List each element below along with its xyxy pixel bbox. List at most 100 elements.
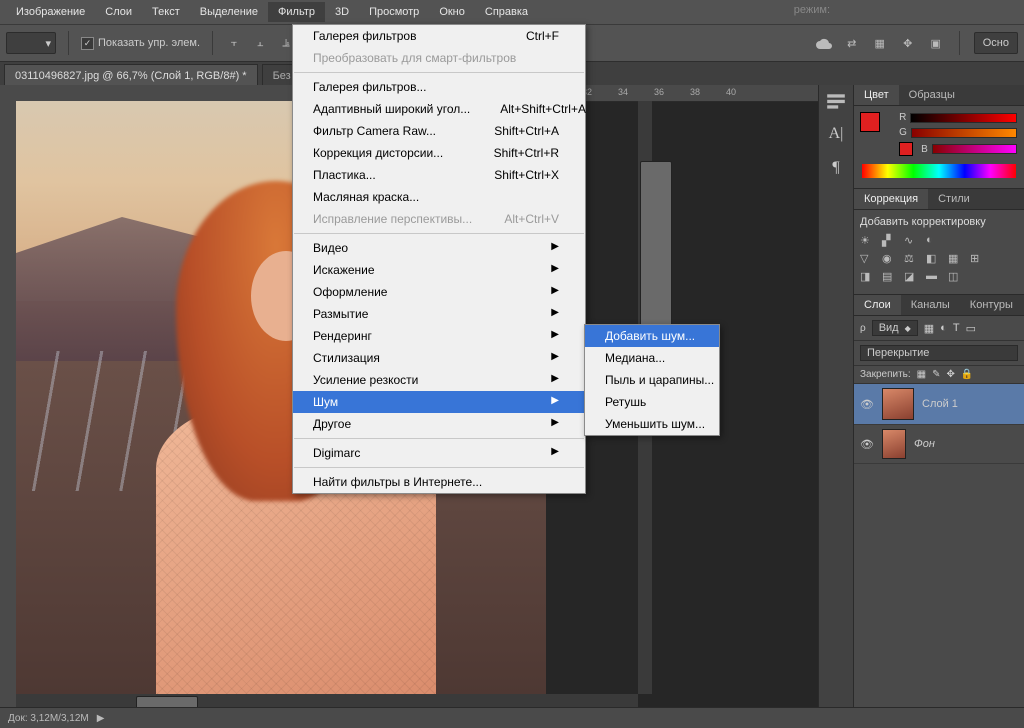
menu-window[interactable]: Окно [429, 2, 475, 22]
menu-text[interactable]: Текст [142, 2, 190, 22]
status-arrow-icon[interactable]: ▶ [97, 713, 105, 724]
filter-menu-item[interactable]: Адаптивный широкий угол...Alt+Shift+Ctrl… [293, 98, 585, 120]
lock-pixels-icon[interactable]: ▦ [917, 369, 926, 380]
adjustments-panel: Добавить корректировку ☀ ▞ ∿ ◐ ▽ ◉ ⚖ ◧ ▦… [854, 210, 1024, 295]
align-icon-1[interactable]: ⫟ [225, 34, 243, 52]
filter-menu-item[interactable]: Усиление резкости▶ [293, 369, 585, 391]
color-ramp[interactable] [862, 164, 1016, 178]
history-icon[interactable] [825, 91, 847, 113]
levels-icon[interactable]: ▞ [882, 234, 898, 248]
noise-menu-item[interactable]: Добавить шум... [585, 325, 719, 347]
vibrance-icon[interactable]: ▽ [860, 252, 876, 266]
filter-menu-item[interactable]: Размытие▶ [293, 303, 585, 325]
bw-icon[interactable]: ◧ [926, 252, 942, 266]
curves-icon[interactable]: ∿ [904, 234, 920, 248]
menu-view[interactable]: Просмотр [359, 2, 429, 22]
filter-menu-item[interactable]: Оформление▶ [293, 281, 585, 303]
scrollbar-horizontal[interactable] [16, 694, 638, 708]
filter-menu-item[interactable]: Масляная краска... [293, 186, 585, 208]
mixer-icon[interactable]: ⊞ [970, 252, 986, 266]
menu-3d[interactable]: 3D [325, 2, 359, 22]
blend-mode-select[interactable]: Перекрытие [860, 345, 1018, 361]
fg-bg-swatches[interactable] [860, 112, 890, 142]
filter-menu-item[interactable]: Другое▶ [293, 413, 585, 435]
menu-image[interactable]: Изображение [6, 2, 95, 22]
layer-thumbnail[interactable] [882, 388, 914, 420]
noise-menu-item[interactable]: Пыль и царапины... [585, 369, 719, 391]
filter-type-icon[interactable]: T [953, 322, 960, 334]
paragraph-icon[interactable]: ¶ [825, 159, 847, 181]
menu-help[interactable]: Справка [475, 2, 538, 22]
filter-menu-item[interactable]: Digimarc▶ [293, 442, 585, 464]
adjustments-tab[interactable]: Коррекция [854, 189, 928, 209]
layer-row[interactable]: 👁 Слой 1 [854, 384, 1024, 425]
filter-menu-item[interactable]: Стилизация▶ [293, 347, 585, 369]
filter-menu-item[interactable]: Галерея фильтровCtrl+F [293, 25, 585, 47]
posterize-icon[interactable]: ▤ [882, 270, 898, 284]
tool-preset-picker[interactable]: ▾ [6, 32, 56, 54]
grid-icon[interactable]: ▦ [871, 34, 889, 52]
layers-panel-tabs: Слои Каналы Контуры [854, 295, 1024, 316]
layers-tab[interactable]: Слои [854, 295, 901, 315]
lock-brush-icon[interactable]: ✎ [932, 369, 940, 380]
r-slider[interactable] [910, 113, 1017, 123]
ruler-vertical[interactable] [0, 101, 17, 708]
workspace-switcher[interactable]: Осно [974, 32, 1018, 54]
noise-submenu: Добавить шум...Медиана...Пыль и царапины… [584, 324, 720, 436]
selective-icon[interactable]: ◫ [948, 270, 964, 284]
filter-menu-item[interactable]: Коррекция дисторсии...Shift+Ctrl+R [293, 142, 585, 164]
cloud-icon[interactable] [815, 34, 833, 52]
filter-shape-icon[interactable]: ▭ [966, 322, 976, 335]
noise-menu-item[interactable]: Ретушь [585, 391, 719, 413]
filter-menu-item[interactable]: Найти фильтры в Интернете... [293, 471, 585, 493]
filter-menu-item[interactable]: Галерея фильтров... [293, 76, 585, 98]
b-slider[interactable] [932, 144, 1017, 154]
filter-menu-item[interactable]: Рендеринг▶ [293, 325, 585, 347]
lock-all-icon[interactable]: 🔒 [961, 369, 973, 380]
visibility-icon[interactable]: 👁 [860, 438, 874, 451]
swatches-tab[interactable]: Образцы [899, 85, 965, 105]
layers-panel: ρ Вид◆ ▦ ◐ T ▭ Перекрытие Закрепить: ▦ ✎… [854, 316, 1024, 708]
character-icon[interactable]: A| [825, 125, 847, 147]
align-icon-2[interactable]: ⫠ [251, 34, 269, 52]
menu-filter[interactable]: Фильтр [268, 2, 325, 22]
color-panel: R G B [854, 106, 1024, 189]
ruler-tick: 36 [654, 87, 664, 97]
g-slider[interactable] [911, 128, 1017, 138]
layer-filter-kind[interactable]: Вид◆ [872, 320, 918, 336]
filter-menu: Галерея фильтровCtrl+FПреобразовать для … [292, 24, 586, 494]
exposure-icon[interactable]: ◐ [926, 234, 942, 248]
invert-icon[interactable]: ◨ [860, 270, 876, 284]
menu-layers[interactable]: Слои [95, 2, 142, 22]
filter-adjust-icon[interactable]: ◐ [940, 322, 947, 334]
brightness-icon[interactable]: ☀ [860, 234, 876, 248]
paths-tab[interactable]: Контуры [960, 295, 1023, 315]
camera-icon[interactable]: ▣ [927, 34, 945, 52]
gradient-map-icon[interactable]: ▬ [926, 270, 942, 284]
balance-icon[interactable]: ⚖ [904, 252, 920, 266]
visibility-icon[interactable]: 👁 [860, 398, 874, 411]
filter-image-icon[interactable]: ▦ [924, 322, 934, 335]
filter-menu-item[interactable]: Фильтр Camera Raw...Shift+Ctrl+A [293, 120, 585, 142]
layer-row[interactable]: 👁 Фон [854, 425, 1024, 464]
lock-label: Закрепить: [860, 369, 911, 380]
menu-select[interactable]: Выделение [190, 2, 268, 22]
show-controls-checkbox[interactable]: ✓ Показать упр. элем. [81, 37, 200, 50]
anchor-icon[interactable]: ✥ [899, 34, 917, 52]
document-tab-active[interactable]: 03110496827.jpg @ 66,7% (Слой 1, RGB/8#)… [4, 64, 258, 86]
threshold-icon[interactable]: ◪ [904, 270, 920, 284]
color-tab[interactable]: Цвет [854, 85, 899, 105]
hue-icon[interactable]: ◉ [882, 252, 898, 266]
noise-menu-item[interactable]: Медиана... [585, 347, 719, 369]
filter-menu-item[interactable]: Шум▶ [293, 391, 585, 413]
photo-filter-icon[interactable]: ▦ [948, 252, 964, 266]
noise-menu-item[interactable]: Уменьшить шум... [585, 413, 719, 435]
lock-move-icon[interactable]: ✥ [947, 369, 955, 380]
styles-tab[interactable]: Стили [928, 189, 980, 209]
swap-icon[interactable]: ⇄ [843, 34, 861, 52]
layer-thumbnail[interactable] [882, 429, 906, 459]
channels-tab[interactable]: Каналы [901, 295, 960, 315]
filter-menu-item[interactable]: Пластика...Shift+Ctrl+X [293, 164, 585, 186]
filter-menu-item[interactable]: Видео▶ [293, 237, 585, 259]
filter-menu-item[interactable]: Искажение▶ [293, 259, 585, 281]
